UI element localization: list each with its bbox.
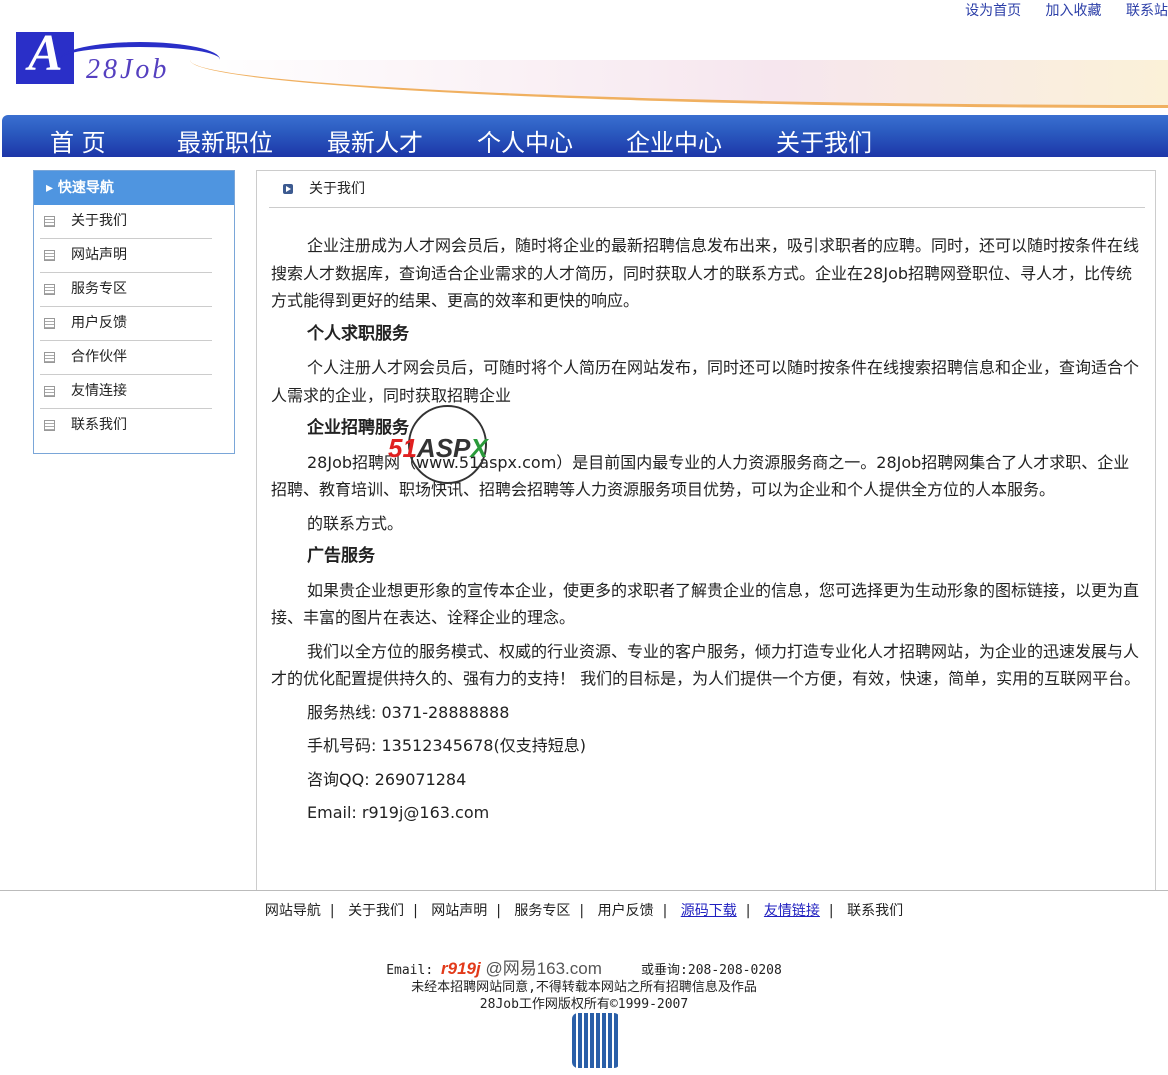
list-icon bbox=[44, 284, 55, 295]
list-icon bbox=[44, 352, 55, 363]
paragraph: 我们以全方位的服务模式、权威的行业资源、专业的客户服务，倾力打造专业化人才招聘网… bbox=[271, 641, 1141, 689]
mobile: 手机号码: 13512345678(仅支持短息) bbox=[307, 736, 586, 755]
sidebar-item-about[interactable]: 关于我们 bbox=[40, 205, 212, 239]
sidebar-item-statement[interactable]: 网站声明 bbox=[40, 239, 212, 273]
sidebar-item-label: 网站声明 bbox=[71, 247, 127, 263]
paragraph: 的联系方式。 bbox=[307, 513, 404, 533]
footer-email-label: Email: bbox=[386, 963, 434, 978]
footer-copyright: 28Job工作网版权所有©1999-2007 bbox=[479, 997, 689, 1012]
nav-latest-talent[interactable]: 最新人才 bbox=[327, 123, 423, 158]
sidebar-item-label: 联系我们 bbox=[71, 417, 127, 433]
email-user: r919j bbox=[441, 959, 481, 978]
sidebar-item-services[interactable]: 服务专区 bbox=[40, 273, 212, 307]
footer-link-statement[interactable]: 网站声明 bbox=[431, 903, 487, 919]
sidebar-item-partners[interactable]: 合作伙伴 bbox=[40, 341, 212, 375]
footer-phone: 或垂询:208-208-0208 bbox=[641, 963, 782, 978]
list-icon bbox=[44, 420, 55, 431]
footer-link-contact[interactable]: 联系我们 bbox=[847, 903, 903, 919]
sidebar-title-text: 快速导航 bbox=[57, 180, 114, 196]
site-logo[interactable]: A 28Job bbox=[16, 25, 220, 108]
sidebar-item-contact[interactable]: 联系我们 bbox=[40, 409, 212, 442]
paragraph: 如果贵企业想更形象的宣传本企业，使更多的求职者了解贵企业的信息，您可选择更为生动… bbox=[271, 580, 1140, 628]
section-heading: 广告服务 bbox=[307, 546, 375, 566]
header-swoosh bbox=[190, 60, 1168, 108]
sidebar-item-label: 友情连接 bbox=[71, 383, 127, 399]
contact-link[interactable]: 联系站 bbox=[1126, 3, 1168, 19]
sidebar-item-links[interactable]: 友情连接 bbox=[40, 375, 212, 409]
email-domain: @网易163.com bbox=[485, 959, 602, 978]
nav-about-us[interactable]: 关于我们 bbox=[776, 123, 872, 158]
content-panel: 关于我们 企业注册成为人才网会员后，随时将企业的最新招聘信息发布出来，吸引求职者… bbox=[256, 170, 1156, 891]
list-icon bbox=[44, 318, 55, 329]
footer-info: Email: r919j @网易163.com 或垂询:208-208-0208… bbox=[0, 960, 1168, 1013]
section-heading: 个人求职服务 bbox=[307, 323, 409, 344]
sidebar-item-label: 关于我们 bbox=[71, 213, 127, 229]
add-favorite-link[interactable]: 加入收藏 bbox=[1046, 3, 1102, 19]
nav-latest-jobs[interactable]: 最新职位 bbox=[177, 123, 273, 158]
nav-company-center[interactable]: 企业中心 bbox=[626, 123, 722, 158]
section-heading: 企业招聘服务 bbox=[307, 418, 409, 438]
intro-paragraph: 企业注册成为人才网会员后，随时将企业的最新招聘信息发布出来，吸引求职者的应聘。同… bbox=[271, 236, 1140, 310]
nav-personal-center[interactable]: 个人中心 bbox=[477, 123, 573, 158]
content-header: 关于我们 bbox=[269, 171, 1145, 208]
top-links: 设为首页 加入收藏 联系站 bbox=[945, 0, 1168, 20]
logo-text: 28Job bbox=[86, 54, 170, 85]
footer-divider bbox=[0, 890, 1168, 891]
quick-nav-sidebar: ▸ 快速导航 关于我们 网站声明 服务专区 用户反馈 合作伙伴 友情连接 联系我… bbox=[33, 170, 235, 454]
footer-notice: 未经本招聘网站同意,不得转载本网站之所有招聘信息及作品 bbox=[411, 980, 757, 995]
list-icon bbox=[44, 386, 55, 397]
paragraph: 28Job招聘网（www.51aspx.com）是目前国内最专业的人力资源服务商… bbox=[271, 452, 1130, 500]
qq: 咨询QQ: 269071284 bbox=[307, 769, 467, 789]
certification-badge-icon[interactable] bbox=[572, 1013, 620, 1068]
footer-link-site-nav[interactable]: 网站导航 bbox=[265, 903, 321, 919]
footer-nav: 网站导航 | 关于我们 | 网站声明 | 服务专区 | 用户反馈 | 源码下载 | 友情链接… bbox=[264, 903, 904, 919]
footer-link-source-download[interactable]: 源码下载 bbox=[681, 903, 737, 919]
footer-email-image: r919j @网易163.com bbox=[441, 959, 602, 978]
set-homepage-link[interactable]: 设为首页 bbox=[965, 3, 1021, 19]
footer-link-friend-links[interactable]: 友情链接 bbox=[764, 903, 820, 919]
sidebar-item-label: 用户反馈 bbox=[71, 315, 127, 331]
footer-link-services[interactable]: 服务专区 bbox=[514, 903, 570, 919]
list-icon bbox=[44, 250, 55, 261]
list-icon bbox=[44, 216, 55, 227]
sidebar-item-label: 服务专区 bbox=[71, 281, 127, 297]
nav-home[interactable]: 首 页 bbox=[50, 123, 106, 158]
footer-link-feedback[interactable]: 用户反馈 bbox=[598, 903, 654, 919]
paragraph: 个人注册人才网会员后，可随时将个人简历在网站发布，同时还可以随时按条件在线搜索招… bbox=[271, 358, 1140, 405]
sidebar-item-label: 合作伙伴 bbox=[71, 349, 127, 365]
hotline: 服务热线: 0371-28888888 bbox=[307, 702, 510, 722]
email: Email: r919j@163.com bbox=[307, 803, 490, 822]
sidebar-item-feedback[interactable]: 用户反馈 bbox=[40, 307, 212, 341]
footer-link-about[interactable]: 关于我们 bbox=[348, 903, 404, 919]
content-title: 关于我们 bbox=[309, 181, 365, 197]
bullet-icon bbox=[283, 184, 293, 194]
main-nav: 首 页 最新职位 最新人才 个人中心 企业中心 关于我们 bbox=[2, 115, 1168, 157]
sidebar-title: ▸ 快速导航 bbox=[34, 171, 234, 205]
